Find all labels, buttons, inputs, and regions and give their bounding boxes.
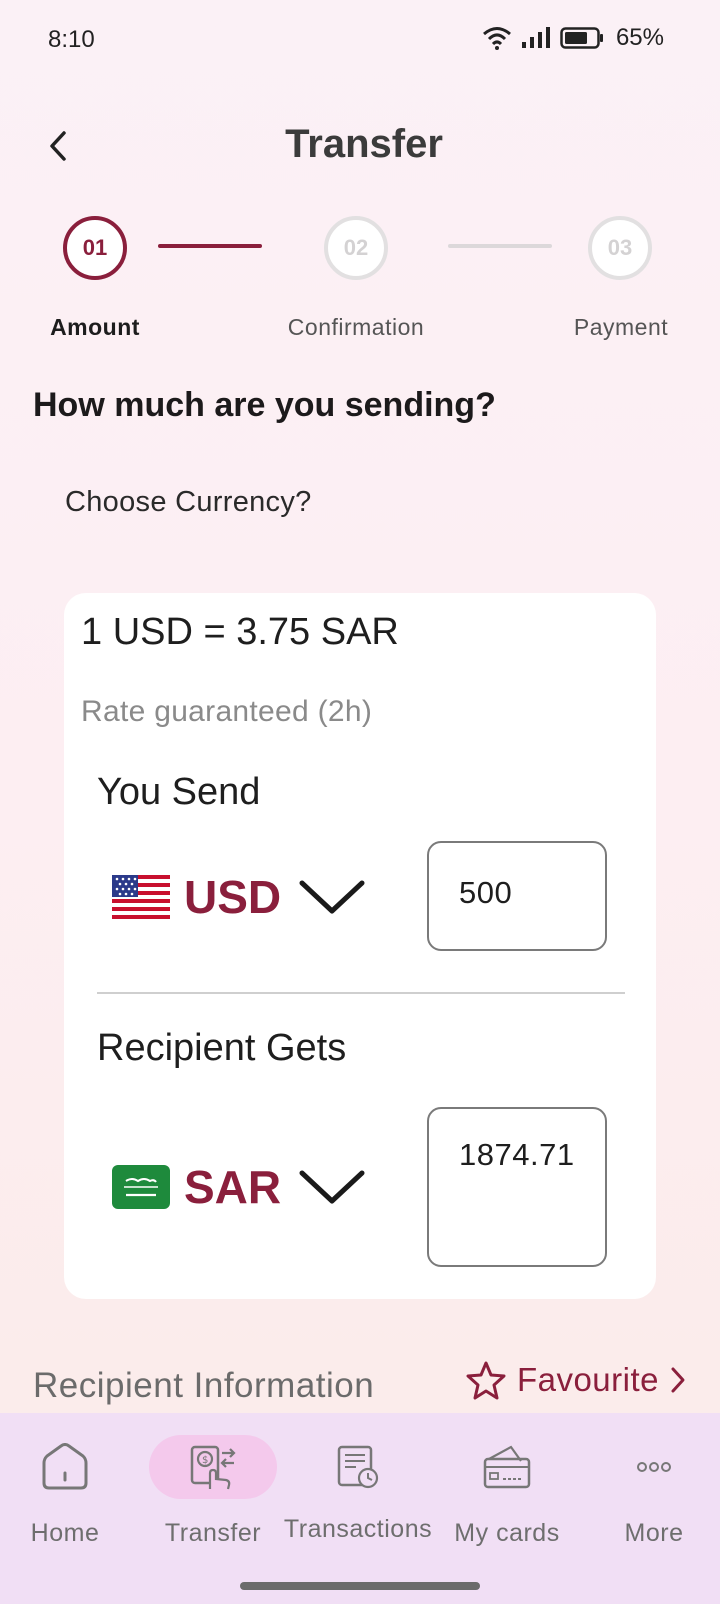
- amount-question: How much are you sending?: [33, 386, 496, 424]
- nav-item-transactions[interactable]: Transactions: [284, 1435, 432, 1544]
- star-icon: [466, 1361, 506, 1400]
- step-2-label: Confirmation: [287, 314, 425, 340]
- svg-text:$: $: [202, 1455, 208, 1466]
- card-icon: [483, 1445, 531, 1489]
- favourite-link[interactable]: Favourite: [465, 1360, 687, 1400]
- recipient-info-row: Recipient Information Favourite: [33, 1360, 687, 1416]
- currency-card: 1 USD = 3.75 SAR Rate guaranteed (2h) Yo…: [64, 593, 656, 1299]
- receive-amount-output[interactable]: 1874.71: [427, 1107, 607, 1267]
- status-icons: 65%: [482, 24, 664, 52]
- favourite-label: Favourite: [516, 1361, 659, 1398]
- step-2-circle: 02: [324, 216, 388, 280]
- step-3-label: Payment: [573, 314, 669, 340]
- step-connector-2: [448, 244, 552, 248]
- chevron-down-icon: [299, 880, 365, 914]
- battery-icon: [560, 27, 603, 49]
- wifi-icon: [482, 27, 511, 50]
- bottom-navigation: Home $ Transfer Transactions My cards Mo…: [0, 1413, 720, 1604]
- you-send-label: You Send: [97, 771, 261, 813]
- home-indicator[interactable]: [240, 1582, 480, 1590]
- recipient-gets-label: Recipient Gets: [97, 1027, 347, 1069]
- nav-icon-container-active: $: [149, 1435, 277, 1499]
- card-divider: [97, 992, 625, 994]
- receive-currency-code: SAR: [184, 1161, 282, 1213]
- nav-item-my-cards[interactable]: My cards: [437, 1435, 577, 1548]
- status-time: 8:10: [48, 26, 95, 53]
- exchange-rate: 1 USD = 3.75 SAR: [81, 611, 399, 653]
- nav-item-home[interactable]: Home: [0, 1435, 135, 1548]
- us-flag-icon: [112, 875, 170, 919]
- progress-stepper: 01 02 03 Amount Confirmation Payment: [0, 216, 720, 346]
- status-bar: 8:10 65%: [0, 0, 720, 84]
- nav-label-my-cards: My cards: [454, 1519, 560, 1547]
- chevron-right-icon: [671, 1367, 685, 1393]
- saudi-flag-icon: [112, 1165, 170, 1209]
- chevron-down-icon: [299, 1170, 365, 1204]
- send-currency-code: USD: [184, 871, 282, 923]
- nav-item-transfer[interactable]: $ Transfer: [143, 1435, 283, 1548]
- step-3-circle: 03: [588, 216, 652, 280]
- nav-label-more: More: [624, 1519, 684, 1547]
- rate-guarantee-note: Rate guaranteed (2h): [81, 695, 373, 728]
- nav-icon-container: [1, 1435, 129, 1499]
- app-header: Transfer: [0, 110, 720, 180]
- recipient-info-title: Recipient Information: [33, 1366, 375, 1405]
- home-icon: [42, 1443, 88, 1490]
- more-icon: [637, 1462, 671, 1472]
- battery-percentage: 65%: [615, 24, 664, 51]
- transfer-icon: $: [190, 1445, 236, 1490]
- nav-icon-container: [443, 1435, 571, 1499]
- send-currency-select[interactable]: USD: [112, 867, 365, 927]
- choose-currency-label: Choose Currency?: [65, 486, 312, 518]
- receive-currency-select[interactable]: SAR: [112, 1157, 365, 1217]
- step-connector-1: [158, 244, 262, 248]
- send-amount-input[interactable]: 500: [427, 841, 607, 951]
- nav-label-home: Home: [30, 1519, 100, 1547]
- nav-label-transfer: Transfer: [164, 1519, 262, 1547]
- nav-icon-container: [590, 1435, 718, 1499]
- signal-icon: [521, 27, 550, 48]
- nav-label-transactions: Transactions: [283, 1515, 433, 1543]
- nav-icon-container: [294, 1435, 422, 1499]
- step-1-circle: 01: [63, 216, 127, 280]
- page-title: Transfer: [285, 122, 443, 166]
- step-1-label: Amount: [50, 314, 140, 340]
- nav-item-more[interactable]: More: [584, 1435, 720, 1548]
- transactions-icon: [337, 1445, 379, 1489]
